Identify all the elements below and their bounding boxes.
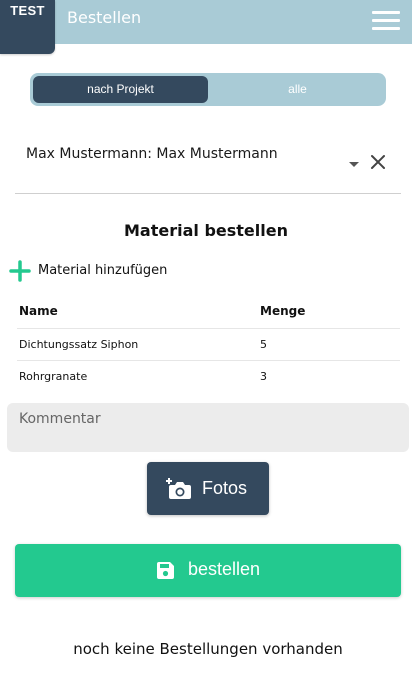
add-photo-camera-icon: [166, 476, 192, 500]
filter-by-project-button[interactable]: nach Projekt: [33, 76, 208, 103]
material-name: Rohrgranate: [19, 370, 88, 383]
table-header-row: Name Menge: [17, 296, 400, 329]
material-quantity: 5: [260, 338, 267, 351]
material-name: Dichtungssatz Siphon: [19, 338, 139, 351]
order-button-label: bestellen: [188, 559, 261, 579]
column-header-quantity: Menge: [260, 304, 306, 318]
empty-orders-message: noch keine Bestellungen vorhanden: [73, 640, 343, 658]
plus-icon: [9, 260, 31, 282]
page-title: Bestellen: [67, 8, 142, 27]
project-select-value: Max Mustermann: Max Mustermann: [26, 146, 278, 162]
hamburger-menu-icon[interactable]: [372, 9, 402, 31]
photos-button-label: Fotos: [202, 478, 248, 498]
caret-down-icon[interactable]: [349, 162, 359, 167]
section-title: Material bestellen: [124, 221, 288, 240]
table-row[interactable]: Rohrgranate 3: [17, 361, 400, 393]
close-icon[interactable]: [368, 152, 388, 172]
material-table: Name Menge Dichtungssatz Siphon 5 Rohrgr…: [17, 296, 400, 393]
save-floppy-icon: [156, 561, 175, 580]
environment-badge: TEST: [0, 0, 55, 54]
app-header: TEST Bestellen: [0, 0, 412, 54]
material-quantity: 3: [260, 370, 267, 383]
project-select[interactable]: Max Mustermann: Max Mustermann: [15, 138, 401, 194]
order-submit-button[interactable]: bestellen: [15, 544, 401, 597]
project-filter-toggle: nach Projekt alle: [30, 73, 386, 106]
table-row[interactable]: Dichtungssatz Siphon 5: [17, 329, 400, 361]
photos-button[interactable]: Fotos: [147, 462, 269, 515]
add-material-label: Material hinzufügen: [38, 263, 168, 278]
comment-input[interactable]: [7, 403, 409, 452]
filter-all-button[interactable]: alle: [209, 76, 386, 103]
column-header-name: Name: [19, 304, 58, 318]
